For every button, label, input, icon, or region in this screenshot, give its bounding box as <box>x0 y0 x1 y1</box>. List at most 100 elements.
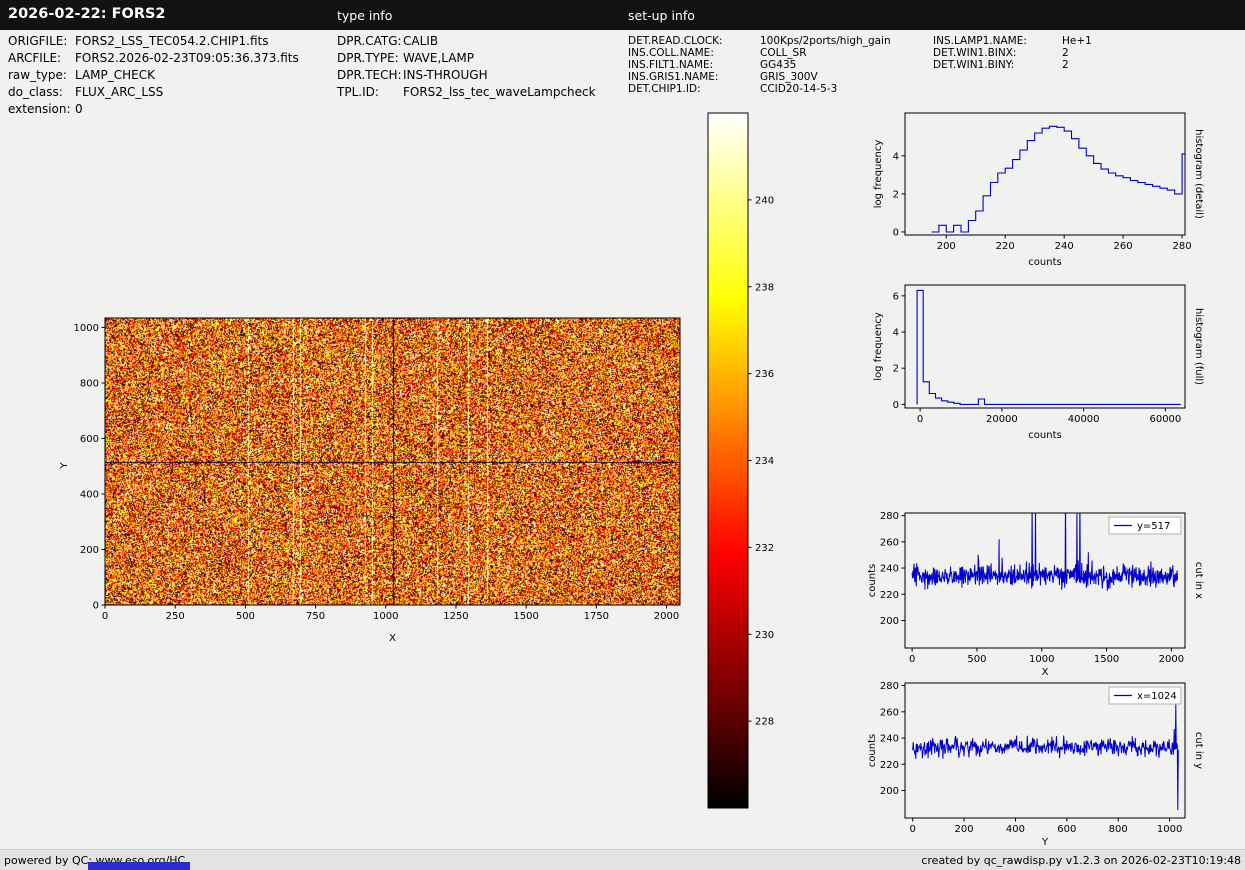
svg-text:240: 240 <box>1055 241 1074 252</box>
info-value: LAMP_CHECK <box>75 68 155 82</box>
info-row-dpr-tech: DPR.TECH:INS-THROUGH <box>337 67 596 84</box>
svg-text:280: 280 <box>880 511 899 522</box>
svg-text:20000: 20000 <box>986 414 1018 425</box>
svg-text:220: 220 <box>996 241 1015 252</box>
svg-text:600: 600 <box>80 434 99 445</box>
svg-text:0: 0 <box>893 400 899 411</box>
svg-text:0: 0 <box>910 824 916 835</box>
info-row-doclass: do_class: FLUX_ARC_LSS <box>8 84 299 101</box>
svg-text:6: 6 <box>893 291 899 302</box>
svg-text:2000: 2000 <box>654 611 679 622</box>
svg-text:230: 230 <box>755 630 774 641</box>
info-label: DET.READ.CLOCK: <box>628 35 723 47</box>
info-row-dpr-catg: DPR.CATG:CALIB <box>337 33 596 50</box>
svg-text:200: 200 <box>955 824 974 835</box>
svg-text:1750: 1750 <box>584 611 609 622</box>
info-row-binx: DET.WIN1.BINX: 2 <box>933 47 1092 59</box>
svg-text:400: 400 <box>80 489 99 500</box>
svg-text:counts: counts <box>867 734 878 767</box>
svg-text:2: 2 <box>893 189 899 200</box>
info-label: ORIGFILE: <box>8 34 68 48</box>
svg-text:800: 800 <box>1109 824 1128 835</box>
info-value: 0 <box>75 102 83 116</box>
svg-text:400: 400 <box>1006 824 1025 835</box>
type-info-header: type info <box>337 8 393 23</box>
plot-axes: 228 230 232 234 236 238 240 <box>707 112 774 809</box>
info-label: DET.WIN1.BINY: <box>933 59 1015 71</box>
info-value: INS-THROUGH <box>403 68 488 82</box>
svg-text:cut in x: cut in x <box>1193 562 1204 599</box>
svg-text:1000: 1000 <box>74 323 99 334</box>
setup-info-block-1: DET.READ.CLOCK: 100Kps/2ports/high_gain I… <box>628 35 891 95</box>
plot-axes: 0 200 400 600 800 1000 200 220 240 260 280 Ycounts c… <box>867 681 1204 848</box>
svg-text:240: 240 <box>755 195 774 206</box>
info-label: DPR.TYPE: <box>337 51 399 65</box>
info-row-lampname: INS.LAMP1.NAME: He+1 <box>933 35 1092 47</box>
svg-text:1500: 1500 <box>513 611 538 622</box>
file-info-block: ORIGFILE: FORS2_LSS_TEC054.2.CHIP1.fits A… <box>8 33 299 118</box>
svg-text:Y: Y <box>1041 837 1049 848</box>
info-row-rawtype: raw_type: LAMP_CHECK <box>8 67 299 84</box>
info-value: FLUX_ARC_LSS <box>75 85 164 99</box>
svg-text:counts: counts <box>1028 257 1061 268</box>
svg-text:600: 600 <box>1057 824 1076 835</box>
setup-info-header: set-up info <box>628 8 695 23</box>
svg-text:1500: 1500 <box>1094 654 1119 665</box>
svg-text:260: 260 <box>880 707 899 718</box>
svg-text:260: 260 <box>880 537 899 548</box>
info-row-arcfile: ARCFILE: FORS2.2026-02-23T09:05:36.373.fi… <box>8 50 299 67</box>
svg-text:0: 0 <box>909 654 915 665</box>
info-value: GG435 <box>760 59 797 71</box>
histogram-detail-plot: 200 220 240 260 280 0 2 4 counts log frequency his… <box>873 112 1204 268</box>
raw-image-heatmap: 0 250 500 750 1000 1250 1500 1750 2000 0 200 400 600… <box>59 317 681 644</box>
info-value: He+1 <box>1062 35 1092 47</box>
svg-text:2: 2 <box>893 364 899 375</box>
svg-text:240: 240 <box>880 734 899 745</box>
svg-text:240: 240 <box>880 564 899 575</box>
cut-in-y-plot: 0 200 400 600 800 1000 200 220 240 260 280 Ycounts c… <box>867 681 1204 848</box>
info-label: DET.CHIP1.ID: <box>628 83 701 95</box>
histogram-full-plot: 0 20000 40000 60000 0 2 4 6 counts log frequency h… <box>873 284 1204 441</box>
plot-axes: 0 20000 40000 60000 0 2 4 6 counts log frequency h… <box>873 284 1204 441</box>
info-row-collname: INS.COLL.NAME: COLL_SR <box>628 47 891 59</box>
info-value: GRIS_300V <box>760 71 818 83</box>
info-row-filtname: INS.FILT1.NAME: GG435 <box>628 59 891 71</box>
info-label: raw_type: <box>8 68 67 82</box>
info-row-biny: DET.WIN1.BINY: 2 <box>933 59 1092 71</box>
svg-text:X: X <box>389 633 396 644</box>
info-label: extension: <box>8 102 71 116</box>
info-value: COLL_SR <box>760 47 807 59</box>
info-row-dpr-type: DPR.TYPE: WAVE,LAMP <box>337 50 596 67</box>
svg-text:counts: counts <box>1028 430 1061 441</box>
header-bar: 2026-02-22: FORS2 type info set-up info <box>0 0 1245 30</box>
svg-text:1000: 1000 <box>1157 824 1182 835</box>
footer-created: created by qc_rawdisp.py v1.2.3 on 2026-… <box>921 854 1241 867</box>
type-info-block: DPR.CATG:CALIB DPR.TYPE: WAVE,LAMP DPR.TE… <box>337 33 596 101</box>
svg-text:234: 234 <box>755 456 774 467</box>
info-label: INS.FILT1.NAME: <box>628 59 714 71</box>
svg-text:X: X <box>1042 667 1049 678</box>
svg-text:1250: 1250 <box>443 611 468 622</box>
plot-axes: 200 220 240 260 280 0 2 4 counts log frequency his… <box>873 112 1204 268</box>
info-label: INS.COLL.NAME: <box>628 47 714 59</box>
info-label: INS.LAMP1.NAME: <box>933 35 1027 47</box>
info-value: 100Kps/2ports/high_gain <box>760 35 891 47</box>
svg-text:histogram (detail): histogram (detail) <box>1193 129 1204 219</box>
svg-text:40000: 40000 <box>1068 414 1100 425</box>
svg-text:4: 4 <box>893 328 899 339</box>
info-label: DPR.CATG: <box>337 34 402 48</box>
svg-text:236: 236 <box>755 369 774 380</box>
setup-info-block-2: INS.LAMP1.NAME: He+1 DET.WIN1.BINX: 2 DET.… <box>933 35 1092 71</box>
svg-text:250: 250 <box>166 611 185 622</box>
svg-text:280: 280 <box>1173 241 1192 252</box>
svg-text:220: 220 <box>880 590 899 601</box>
info-row-tplid: TPL.ID: FORS2_lss_tec_waveLampcheck <box>337 84 596 101</box>
svg-text:cut in y: cut in y <box>1193 732 1204 769</box>
svg-text:800: 800 <box>80 378 99 389</box>
footer-blue-bar <box>88 862 190 870</box>
info-row-chipid: DET.CHIP1.ID: CCID20-14-5-3 <box>628 83 891 95</box>
info-row-readclock: DET.READ.CLOCK: 100Kps/2ports/high_gain <box>628 35 891 47</box>
svg-text:260: 260 <box>1114 241 1133 252</box>
info-row-origfile: ORIGFILE: FORS2_LSS_TEC054.2.CHIP1.fits <box>8 33 299 50</box>
plot-axes: 0 500 1000 1500 2000 200 220 240 260 280 Xcounts cu… <box>867 511 1204 678</box>
